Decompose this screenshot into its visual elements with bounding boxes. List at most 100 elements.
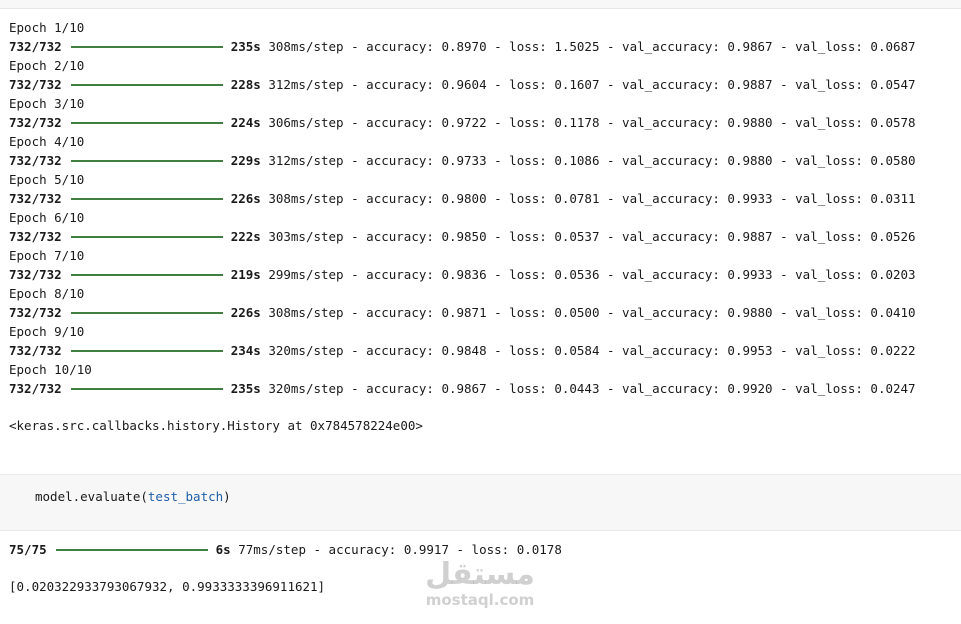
epoch-val-loss: 0.0311 [870,191,916,206]
val-loss-label: - val_loss: [772,115,871,130]
epoch-step-time: 308ms/step [268,39,344,54]
val-loss-label: - val_loss: [772,229,871,244]
val-accuracy-label: - val_accuracy: [599,229,728,244]
epoch-val-accuracy: 0.9933 [727,267,773,282]
epoch-val-loss: 0.0222 [870,343,916,358]
epoch-val-loss: 0.0203 [870,267,916,282]
val-accuracy-label: - val_accuracy: [599,77,728,92]
epoch-time: 226s [230,305,261,320]
epoch-val-loss: 0.0547 [870,77,916,92]
val-loss-label: - val_loss: [772,267,871,282]
epoch-val-accuracy: 0.9920 [727,381,773,396]
epoch-time: 228s [230,77,261,92]
loss-label: - loss: [486,305,555,320]
epoch-time: 219s [230,267,261,282]
code-close-paren: ) [223,489,231,504]
val-accuracy-label: - val_accuracy: [599,267,728,282]
epoch-steps: 732/732 [9,153,62,168]
accuracy-label: - accuracy: [343,267,442,282]
fit-result-text: <keras.src.callbacks.history.History at … [9,418,423,433]
epoch-loss: 0.0584 [554,343,600,358]
epoch-header: Epoch 3/10 [9,96,85,111]
watermark-logo-text: mostaql.com [425,591,535,609]
evaluate-steps: 75/75 [9,542,47,557]
evaluate-step-time: 77ms/step [238,542,306,557]
epoch-val-loss: 0.0526 [870,229,916,244]
epoch-steps: 732/732 [9,229,62,244]
epoch-accuracy: 0.8970 [441,39,487,54]
epoch-accuracy: 0.9800 [441,191,487,206]
epoch-val-accuracy: 0.9880 [727,153,773,168]
epoch-val-loss: 0.0247 [870,381,916,396]
epoch-val-accuracy: 0.9933 [727,191,773,206]
watermark-logo-mark: مستقل [425,557,535,592]
epoch-progress-line: 732/732 235s 320ms/step - accuracy: 0.986… [9,379,959,398]
code-cell[interactable]: model.evaluate(test_batch) [0,474,961,531]
val-accuracy-label: - val_accuracy: [599,305,728,320]
epoch-progress-line: 732/732 222s 303ms/step - accuracy: 0.985… [9,227,959,246]
epoch-loss: 0.0443 [554,381,600,396]
epoch-step-time: 312ms/step [268,153,344,168]
loss-label: - loss: [486,115,555,130]
epoch-progress-line: 732/732 224s 306ms/step - accuracy: 0.972… [9,113,959,132]
epoch-accuracy: 0.9722 [441,115,487,130]
epoch-time: 224s [230,115,261,130]
epoch-progress-bar [70,349,223,352]
epoch-accuracy: 0.9733 [441,153,487,168]
evaluate-time: 6s [215,542,231,557]
epoch-accuracy: 0.9848 [441,343,487,358]
epoch-accuracy: 0.9836 [441,267,487,282]
epoch-val-loss: 0.0580 [870,153,916,168]
epoch-progress-line: 732/732 226s 308ms/step - accuracy: 0.980… [9,189,959,208]
epoch-steps: 732/732 [9,343,62,358]
epoch-time: 222s [230,229,261,244]
val-accuracy-label: - val_accuracy: [599,153,728,168]
epoch-loss: 1.5025 [554,39,600,54]
epoch-step-time: 299ms/step [268,267,344,282]
loss-label: - loss: [486,77,555,92]
epoch-header: Epoch 10/10 [9,362,92,377]
epoch-header: Epoch 8/10 [9,286,85,301]
accuracy-label: - accuracy: [343,381,442,396]
epoch-steps: 732/732 [9,191,62,206]
val-loss-label: - val_loss: [772,381,871,396]
previous-cell-edge [0,0,961,9]
epoch-progress-bar [70,121,223,124]
epoch-val-accuracy: 0.9953 [727,343,773,358]
accuracy-label: - accuracy: [343,305,442,320]
epoch-step-time: 308ms/step [268,191,344,206]
epoch-progress-bar [70,197,223,200]
epoch-loss: 0.1178 [554,115,600,130]
epoch-val-accuracy: 0.9867 [727,39,773,54]
epoch-step-time: 312ms/step [268,77,344,92]
accuracy-label: - accuracy: [343,191,442,206]
epoch-val-loss: 0.0578 [870,115,916,130]
epoch-steps: 732/732 [9,305,62,320]
epoch-steps: 732/732 [9,381,62,396]
epoch-steps: 732/732 [9,77,62,92]
epoch-steps: 732/732 [9,39,62,54]
epoch-step-time: 308ms/step [268,305,344,320]
epoch-header: Epoch 6/10 [9,210,85,225]
code-input[interactable]: model.evaluate(test_batch) [35,487,231,506]
epoch-step-time: 320ms/step [268,343,344,358]
epoch-progress-bar [70,273,223,276]
epoch-step-time: 306ms/step [268,115,344,130]
loss-label: - loss: [486,153,555,168]
evaluate-accuracy: 0.9917 [403,542,449,557]
epoch-loss: 0.0536 [554,267,600,282]
loss-label: - loss: [486,381,555,396]
epoch-progress-line: 732/732 226s 308ms/step - accuracy: 0.987… [9,303,959,322]
epoch-loss: 0.1607 [554,77,600,92]
epoch-time: 235s [230,39,261,54]
accuracy-label: - accuracy: [343,229,442,244]
accuracy-label: - accuracy: [343,77,442,92]
epoch-progress-line: 732/732 219s 299ms/step - accuracy: 0.983… [9,265,959,284]
epoch-loss: 0.0781 [554,191,600,206]
evaluate-loss: 0.0178 [516,542,562,557]
epoch-val-loss: 0.0687 [870,39,916,54]
loss-label: - loss: [486,191,555,206]
loss-label: - loss: [486,343,555,358]
epoch-val-accuracy: 0.9887 [727,77,773,92]
evaluate-progress-bar [55,548,208,551]
